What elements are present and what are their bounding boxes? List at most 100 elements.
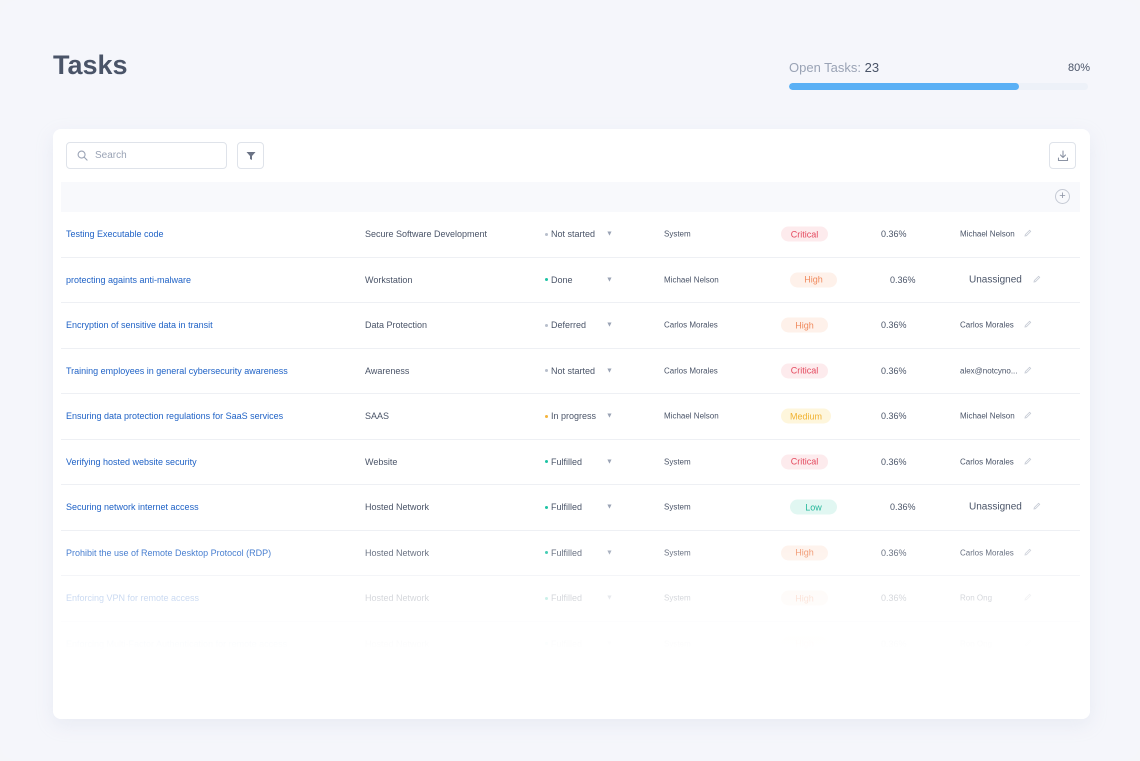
status-label: Fulfilled xyxy=(551,502,583,513)
status-dropdown[interactable]: Fulfilled xyxy=(545,639,582,649)
edit-pencil-icon[interactable] xyxy=(1033,502,1041,512)
table-row[interactable]: Testing Executable code Secure Software D… xyxy=(61,212,1080,258)
open-tasks-label: Open Tasks: xyxy=(789,60,862,75)
progress-bar xyxy=(789,83,1088,90)
task-title-link[interactable]: protecting againts anti-malware xyxy=(66,275,191,285)
status-dropdown[interactable]: Fulfilled xyxy=(545,457,582,467)
table-row[interactable]: Prohibit the use of Remote Desktop Proto… xyxy=(61,531,1080,576)
severity-badge: High xyxy=(781,636,828,652)
status-label: Fulfilled xyxy=(551,547,583,558)
chevron-down-icon[interactable]: ▼ xyxy=(606,413,613,420)
open-tasks-count: 23 xyxy=(864,60,880,75)
status-dot-icon xyxy=(545,278,548,282)
task-title-link[interactable]: Securing network internet access xyxy=(66,502,199,512)
status-label: Fulfilled xyxy=(551,593,583,604)
download-button[interactable] xyxy=(1049,142,1076,169)
edit-pencil-icon[interactable] xyxy=(1024,320,1032,330)
task-title-link[interactable]: Testing Executable code xyxy=(66,229,164,239)
edit-pencil-icon[interactable] xyxy=(1024,411,1032,421)
edit-pencil-icon[interactable] xyxy=(1024,639,1032,649)
task-score: 0.36% xyxy=(881,229,907,240)
edit-pencil-icon[interactable] xyxy=(1024,548,1032,558)
filter-button[interactable] xyxy=(237,142,264,169)
chevron-down-icon[interactable]: ▼ xyxy=(606,504,613,511)
task-owner: Carlos Morales xyxy=(664,320,718,330)
task-category: Secure Software Development xyxy=(365,229,488,240)
task-title-link[interactable]: Encryption of sensitive data in transit xyxy=(66,320,213,330)
task-score: 0.36% xyxy=(881,365,907,376)
status-dropdown[interactable]: Not started xyxy=(545,229,595,239)
status-label: Not started xyxy=(551,229,596,240)
edit-pencil-icon[interactable] xyxy=(1033,275,1041,285)
severity-badge: Medium xyxy=(781,408,832,424)
task-title-link[interactable]: Training employees in general cybersecur… xyxy=(66,366,288,376)
status-dropdown[interactable]: Not started xyxy=(545,366,595,376)
tasks-table-body: Testing Executable code Secure Software D… xyxy=(61,212,1080,667)
task-assignee: alex@notcyno... xyxy=(960,366,1018,376)
chevron-down-icon[interactable]: ▼ xyxy=(606,231,613,238)
chevron-down-icon[interactable]: ▼ xyxy=(606,322,613,329)
task-owner: Michael Nelson xyxy=(664,275,719,285)
status-dot-icon xyxy=(545,642,548,646)
severity-badge: High xyxy=(781,590,828,606)
edit-pencil-icon[interactable] xyxy=(1024,593,1032,603)
table-row[interactable]: Ensuring data protection regulations for… xyxy=(61,394,1080,440)
severity-badge: Critical xyxy=(781,454,828,470)
task-title-link[interactable]: Enforcing Multi-Factor Authentication fo… xyxy=(66,639,287,649)
task-assignee: Michael Nelson xyxy=(960,411,1015,421)
task-score: 0.36% xyxy=(881,593,907,604)
table-row[interactable]: Encryption of sensitive data in transit D… xyxy=(61,303,1080,349)
progress-percent: 80% xyxy=(1068,62,1091,74)
task-title-link[interactable]: Prohibit the use of Remote Desktop Proto… xyxy=(66,548,271,558)
task-title-link[interactable]: Verifying hosted website security xyxy=(66,457,197,467)
task-assignee: Ron Ong xyxy=(960,639,993,649)
task-assignee: Ron Ong xyxy=(960,593,993,603)
task-owner: System xyxy=(664,457,691,467)
task-assignee: Michael Nelson xyxy=(960,229,1015,239)
chevron-down-icon[interactable]: ▼ xyxy=(606,640,613,647)
search-box[interactable] xyxy=(66,142,227,169)
edit-pencil-icon[interactable] xyxy=(1024,457,1032,467)
table-row[interactable]: Enforcing Multi-Factor Authentication fo… xyxy=(61,622,1080,667)
task-title-link[interactable]: Ensuring data protection regulations for… xyxy=(66,411,283,421)
status-dot-icon xyxy=(545,414,548,418)
table-row[interactable]: protecting againts anti-malware Workstati… xyxy=(61,258,1080,303)
chevron-down-icon[interactable]: ▼ xyxy=(606,549,613,556)
open-tasks-summary: Open Tasks: 23 xyxy=(789,60,879,75)
chevron-down-icon[interactable]: ▼ xyxy=(606,595,613,602)
search-input[interactable] xyxy=(95,150,215,161)
task-owner: System xyxy=(664,502,691,512)
status-dot-icon xyxy=(545,596,548,600)
status-label: Not started xyxy=(551,365,596,376)
status-dropdown[interactable]: Done xyxy=(545,275,573,285)
status-dropdown[interactable]: Fulfilled xyxy=(545,593,582,603)
task-category: Hosted Network xyxy=(365,638,430,649)
chevron-down-icon[interactable]: ▼ xyxy=(606,367,613,374)
task-score: 0.36% xyxy=(881,411,907,422)
app-frame: Tasks Open Tasks: 23 80% + Testing Execu… xyxy=(0,0,1140,761)
task-owner: System xyxy=(664,548,691,558)
edit-pencil-icon[interactable] xyxy=(1024,229,1032,239)
status-dot-icon xyxy=(545,232,548,236)
add-column-button[interactable]: + xyxy=(1055,189,1070,204)
chevron-down-icon[interactable]: ▼ xyxy=(606,276,613,283)
status-dot-icon xyxy=(545,369,548,373)
status-dropdown[interactable]: Fulfilled xyxy=(545,502,582,512)
table-row[interactable]: Training employees in general cybersecur… xyxy=(61,349,1080,394)
table-row[interactable]: Verifying hosted website security Website… xyxy=(61,440,1080,485)
table-row[interactable]: Enforcing VPN for remote access Hosted Ne… xyxy=(61,576,1080,622)
task-title-link[interactable]: Enforcing VPN for remote access xyxy=(66,593,199,603)
search-icon xyxy=(77,150,88,161)
status-dropdown[interactable]: In progress xyxy=(545,411,596,421)
status-dot-icon xyxy=(545,460,548,464)
chevron-down-icon[interactable]: ▼ xyxy=(606,458,613,465)
task-category: Hosted Network xyxy=(365,547,430,558)
table-row[interactable]: Securing network internet access Hosted N… xyxy=(61,485,1080,531)
status-dropdown[interactable]: Deferred xyxy=(545,320,586,330)
task-assignee: Carlos Morales xyxy=(960,548,1014,558)
edit-pencil-icon[interactable] xyxy=(1024,366,1032,376)
task-score: 0.36% xyxy=(881,456,907,467)
status-dropdown[interactable]: Fulfilled xyxy=(545,548,582,558)
task-owner: System xyxy=(664,639,691,649)
task-category: Hosted Network xyxy=(365,593,430,604)
